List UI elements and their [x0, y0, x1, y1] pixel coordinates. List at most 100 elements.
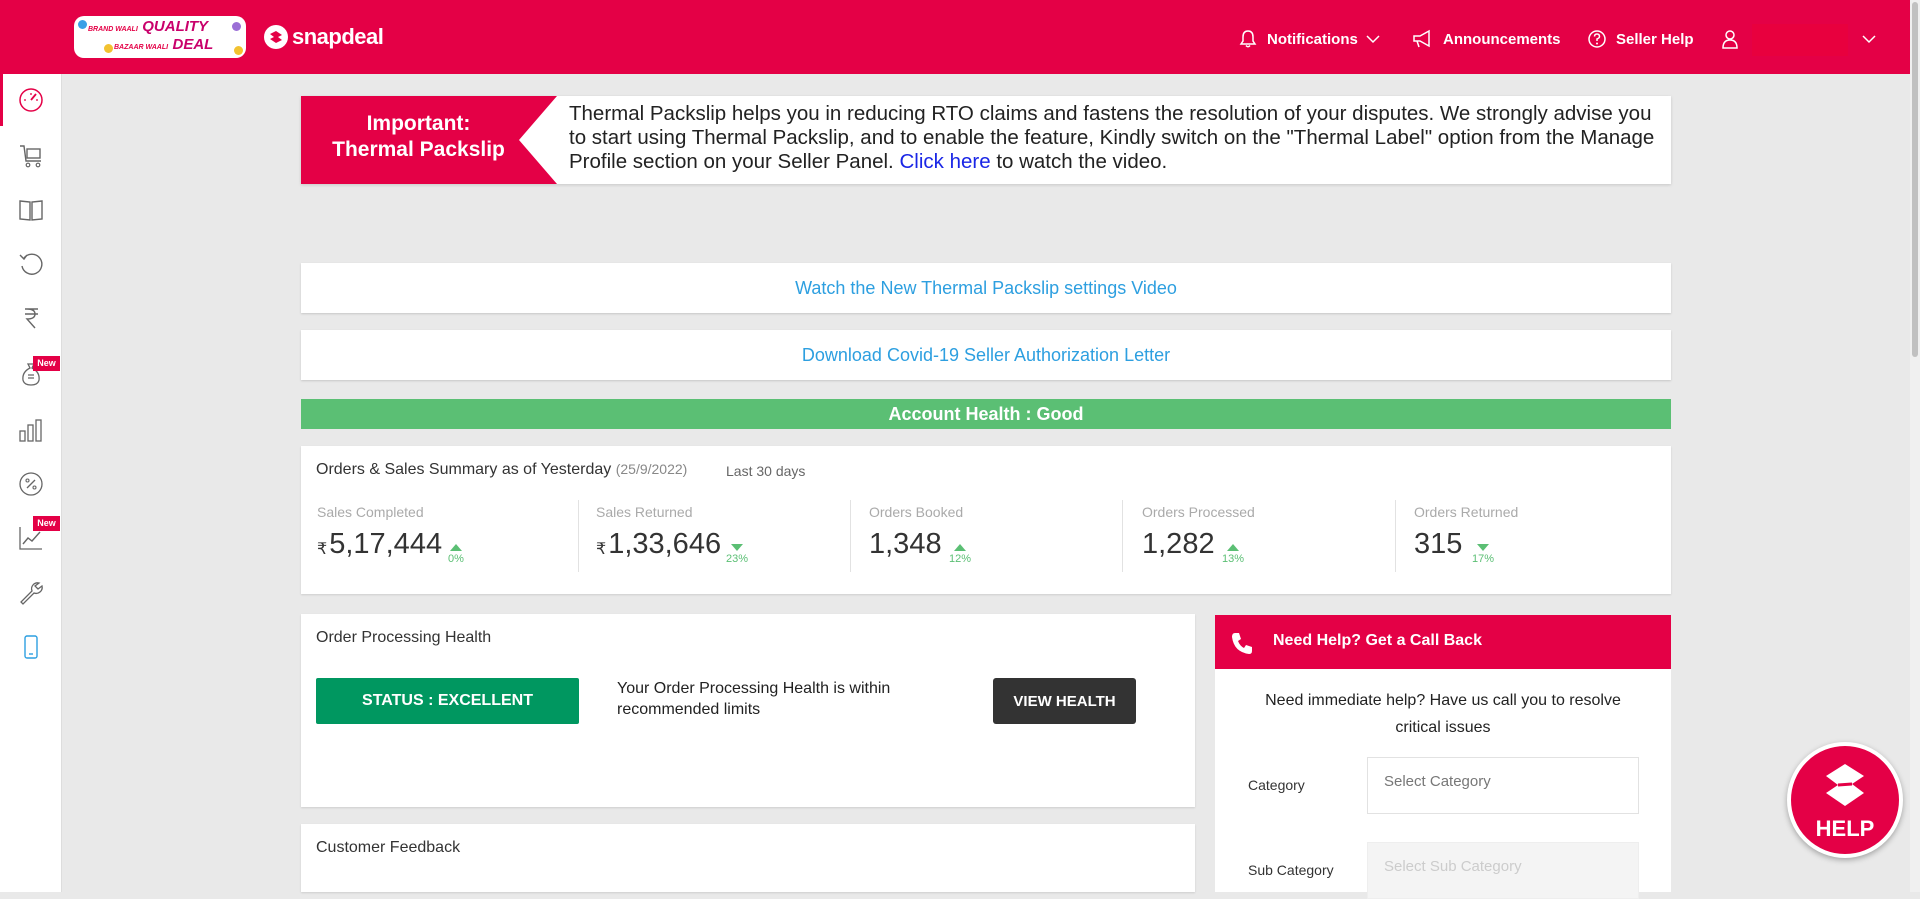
sub-category-label: Sub Category: [1248, 862, 1334, 878]
user-menu-toggle[interactable]: [1862, 28, 1876, 50]
metric-change: 0%: [445, 544, 467, 565]
category-label: Category: [1248, 777, 1305, 793]
status-badge: STATUS : EXCELLENT: [316, 678, 579, 724]
arrow-down-icon: [1477, 544, 1489, 551]
metric-value: 1,348: [869, 528, 942, 560]
sub-category-select[interactable]: Select Sub Category: [1367, 842, 1639, 899]
help-label: HELP: [1815, 816, 1875, 841]
customer-feedback-card: Customer Feedback: [301, 824, 1195, 892]
cart-icon: [19, 145, 41, 168]
banner-important-label: Important: Thermal Packslip: [301, 96, 557, 184]
covid-link-text: Download Covid-19 Seller Authorization L…: [801, 344, 1171, 365]
sidebar-item-growth[interactable]: New: [0, 512, 61, 564]
promo-dot-icon: [232, 22, 241, 31]
arrow-up-icon: [954, 544, 966, 551]
user-icon: [1722, 30, 1738, 49]
rupee-symbol: ₹: [596, 541, 607, 558]
top-header: BRAND WAALI QUALITY BAZAAR WAALI DEAL sn…: [0, 0, 1910, 74]
arrow-down-icon: [731, 544, 743, 551]
call-back-header: Need Help? Get a Call Back: [1215, 615, 1671, 669]
seller-help-link[interactable]: Seller Help: [1587, 28, 1694, 50]
catalog-book-icon: [18, 200, 43, 221]
oph-title: Order Processing Health: [316, 629, 492, 646]
banner-left-line1: Important:: [366, 112, 471, 135]
mobile-icon: [23, 635, 38, 659]
notifications-label: Notifications: [1267, 30, 1358, 48]
seller-help-label: Seller Help: [1616, 30, 1694, 48]
sidebar-item-tools[interactable]: [0, 567, 61, 619]
chevron-down-icon: [1862, 35, 1876, 44]
metric-change: 23%: [726, 544, 748, 565]
summary-date: (25/9/2022): [615, 461, 688, 477]
announcements-link[interactable]: Announcements: [1412, 28, 1561, 50]
summary-title: Orders & Sales Summary as of Yesterday (…: [316, 461, 687, 479]
notifications-menu[interactable]: Notifications: [1238, 28, 1380, 50]
metric-divider: [1395, 500, 1396, 572]
megaphone-icon: [1413, 29, 1430, 48]
summary-period: Last 30 days: [726, 463, 806, 479]
logo-text: snapdeal: [292, 24, 384, 49]
dashboard-gauge-icon: [18, 88, 43, 112]
summary-title-text: Orders & Sales Summary as of Yesterday: [316, 461, 612, 478]
question-circle-icon: [1588, 30, 1606, 48]
video-link-text: Watch the New Thermal Packslip settings …: [795, 277, 1177, 298]
customer-feedback-title: Customer Feedback: [316, 839, 461, 856]
new-badge: New: [33, 356, 60, 371]
bar-chart-icon: [18, 419, 42, 442]
sidebar-item-payments[interactable]: [0, 292, 61, 344]
call-back-title: Need Help? Get a Call Back: [1273, 632, 1482, 649]
snapdeal-logo[interactable]: snapdeal: [264, 24, 384, 50]
sidebar-item-returns[interactable]: [0, 238, 61, 290]
view-health-button[interactable]: VIEW HEALTH: [993, 678, 1136, 724]
metric-change: 13%: [1222, 544, 1244, 565]
banner-left-line2: Thermal Packslip: [332, 138, 505, 161]
promo-badge[interactable]: BRAND WAALI QUALITY BAZAAR WAALI DEAL: [74, 16, 246, 58]
call-back-card: Need Help? Get a Call Back Need immediat…: [1215, 615, 1671, 899]
metric-label: Sales Completed: [317, 504, 424, 520]
metric-divider: [1122, 500, 1123, 572]
user-name-box[interactable]: [1752, 24, 1848, 56]
sidebar-item-reports[interactable]: [0, 404, 61, 456]
wrench-icon: [19, 582, 43, 605]
promo-dot-icon: [104, 44, 113, 53]
snapdeal-help-logo-icon: [1826, 764, 1864, 806]
order-processing-health-card: Order Processing Health STATUS : EXCELLE…: [301, 614, 1195, 807]
watch-video-link[interactable]: Click here: [899, 150, 990, 173]
metric-label: Orders Processed: [1142, 504, 1255, 520]
thermal-packslip-video-link[interactable]: Watch the New Thermal Packslip settings …: [301, 263, 1671, 313]
new-badge: New: [33, 516, 60, 531]
metric-value: 5,17,444: [329, 528, 443, 560]
sidebar-item-mobile-app[interactable]: [0, 621, 61, 673]
help-chat-button[interactable]: HELP: [1787, 742, 1903, 858]
rupee-symbol: ₹: [317, 541, 328, 558]
metric-change: 17%: [1472, 544, 1494, 565]
sidebar-item-dashboard[interactable]: [0, 74, 61, 126]
metric-value: 1,282: [1142, 528, 1215, 560]
covid-letter-download-link[interactable]: Download Covid-19 Seller Authorization L…: [301, 330, 1671, 380]
thermal-packslip-banner: Important: Thermal Packslip Thermal Pack…: [301, 96, 1671, 184]
percent-icon: [18, 472, 43, 496]
sidebar-item-promotions[interactable]: [0, 458, 61, 510]
page-scrollbar-thumb[interactable]: [1912, 2, 1918, 357]
sidebar-item-orders[interactable]: [0, 129, 61, 181]
banner-text-after: to watch the video.: [996, 150, 1168, 173]
account-health-text: Account Health : Good: [888, 403, 1084, 424]
sidebar-item-loans[interactable]: New: [0, 348, 61, 400]
promo-dot-icon: [234, 46, 243, 55]
metric-divider: [850, 500, 851, 572]
orders-sales-summary: Orders & Sales Summary as of Yesterday (…: [301, 446, 1671, 594]
rupee-icon: [24, 308, 38, 329]
announcements-label: Announcements: [1443, 30, 1561, 48]
sidebar-item-catalog[interactable]: [0, 184, 61, 236]
call-back-intro: Need immediate help? Have us call you to…: [1265, 692, 1621, 736]
oph-description: Your Order Processing Health is within r…: [617, 680, 891, 718]
arrow-up-icon: [450, 544, 462, 551]
user-profile-icon-wrap[interactable]: [1720, 28, 1740, 50]
chevron-down-icon: [1366, 35, 1380, 44]
metric-value: 315: [1414, 528, 1463, 560]
promo-line2-small: BAZAAR WAALI: [114, 44, 169, 51]
metric-label: Orders Booked: [869, 504, 964, 520]
metric-change: 12%: [949, 544, 971, 565]
promo-dot-icon: [78, 20, 87, 29]
category-select[interactable]: Select Category: [1367, 757, 1639, 814]
